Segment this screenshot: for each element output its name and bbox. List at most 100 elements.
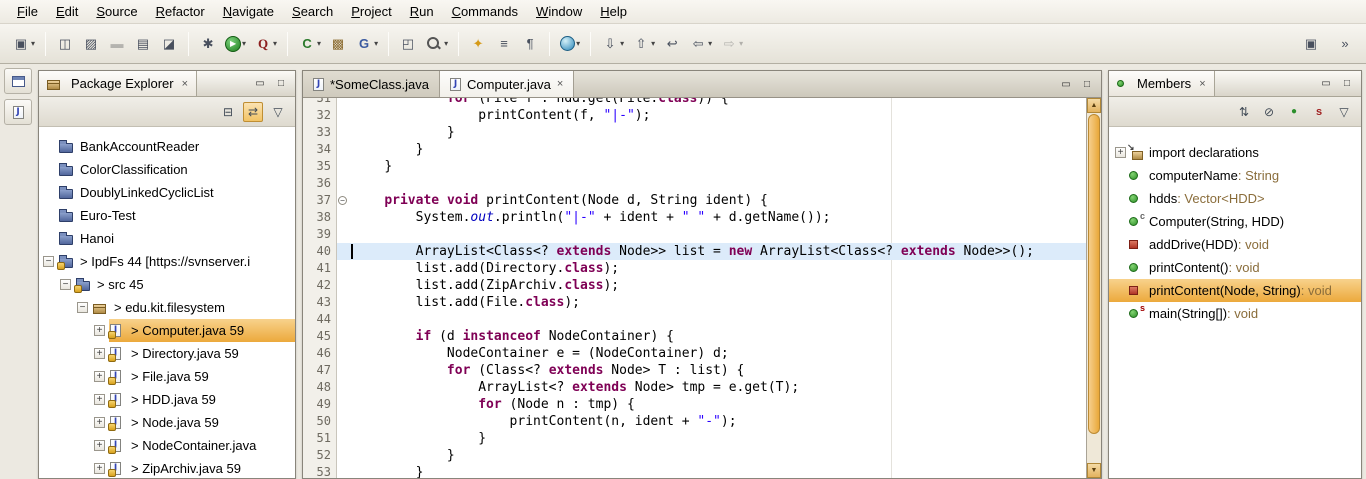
menu-search[interactable]: Search <box>283 1 342 22</box>
menu-edit[interactable]: Edit <box>47 1 87 22</box>
fold-collapse-icon[interactable]: − <box>338 196 347 205</box>
minimize-button[interactable]: ▭ <box>1317 76 1335 92</box>
print-button[interactable]: ▤ <box>130 30 156 58</box>
mark-occurrences-button[interactable]: ✦ <box>465 30 491 58</box>
minimize-button[interactable]: ▭ <box>251 76 269 92</box>
tree-item[interactable]: +> NodeContainer.java <box>39 434 295 457</box>
expand-icon[interactable]: + <box>94 463 105 474</box>
menu-source[interactable]: Source <box>87 1 146 22</box>
tree-item[interactable]: −> edu.kit.filesystem <box>39 296 295 319</box>
code-line[interactable]: 53 } <box>303 464 1086 478</box>
members-title-tab[interactable]: Members × <box>1109 71 1215 96</box>
collapse-icon[interactable]: − <box>77 302 88 313</box>
member-item[interactable]: +import declarations <box>1109 141 1361 164</box>
code-area[interactable]: 31 for (File f : hdd.get(File.class)) {3… <box>303 98 1086 478</box>
code-line[interactable]: 43 list.add(File.class); <box>303 294 1086 311</box>
code-line[interactable]: 33 } <box>303 124 1086 141</box>
close-icon[interactable]: × <box>1199 78 1205 90</box>
tree-item[interactable]: −> IpdFs 44 [https://svnserver.i <box>39 250 295 273</box>
collapse-icon[interactable]: − <box>60 279 71 290</box>
code-line[interactable]: 42 list.add(ZipArchiv.class); <box>303 277 1086 294</box>
close-icon[interactable]: × <box>557 78 563 90</box>
code-line[interactable]: 41 list.add(Directory.class); <box>303 260 1086 277</box>
code-line[interactable]: 45 if (d instanceof NodeContainer) { <box>303 328 1086 345</box>
tree-item[interactable]: DoublyLinkedCyclicList <box>39 181 295 204</box>
back-button[interactable]: ⇦▾ <box>685 30 716 58</box>
save-button[interactable]: ▬ <box>104 30 130 58</box>
code-line[interactable]: 47 for (Class<? extends Node> T : list) … <box>303 362 1086 379</box>
hide-static-button[interactable]: ⊘ <box>1259 102 1279 122</box>
generate-button[interactable]: G▾ <box>351 30 382 58</box>
sort-button[interactable]: ⇅ <box>1234 102 1254 122</box>
format-button[interactable]: ¶ <box>517 30 543 58</box>
code-line[interactable]: 46 NodeContainer e = (NodeContainer) d; <box>303 345 1086 362</box>
expand-icon[interactable]: + <box>1115 147 1126 158</box>
browser-button[interactable]: ▾ <box>556 30 584 58</box>
scrollbar-thumb[interactable] <box>1088 114 1100 434</box>
open-folder-button[interactable]: ▨ <box>78 30 104 58</box>
expand-icon[interactable]: + <box>94 417 105 428</box>
open-window-button[interactable]: ◫ <box>52 30 78 58</box>
expand-icon[interactable]: + <box>94 348 105 359</box>
search-button[interactable]: ▾ <box>421 30 452 58</box>
run-last-tool-button[interactable]: ✱ <box>195 30 221 58</box>
code-line[interactable]: 38 System.out.println("|-" + ident + " "… <box>303 209 1086 226</box>
jar-export-button[interactable]: ◰ <box>395 30 421 58</box>
package-explorer-title-tab[interactable]: Package Explorer × <box>39 71 197 96</box>
tree-item[interactable]: +> Directory.java 59 <box>39 342 295 365</box>
tree-item[interactable]: −> src 45 <box>39 273 295 296</box>
menu-window[interactable]: Window <box>527 1 591 22</box>
collapse-all-button[interactable]: ⊟ <box>218 102 238 122</box>
next-annotation-button[interactable]: ⇩▾ <box>597 30 628 58</box>
scroll-up-button[interactable]: ▲ <box>1087 98 1101 113</box>
member-item[interactable]: computerName : String <box>1109 164 1361 187</box>
expand-icon[interactable]: + <box>94 394 105 405</box>
code-line[interactable]: 35 } <box>303 158 1086 175</box>
member-item[interactable]: addDrive(HDD) : void <box>1109 233 1361 256</box>
editor-scrollbar[interactable]: ▲ ▼ <box>1086 98 1101 478</box>
code-line[interactable]: 51 } <box>303 430 1086 447</box>
new-package-button[interactable]: ▩ <box>325 30 351 58</box>
link-with-editor-button[interactable]: ⇄ <box>243 102 263 122</box>
close-icon[interactable]: × <box>182 78 188 90</box>
code-line[interactable]: 39 <box>303 226 1086 243</box>
tree-item[interactable]: +> HDD.java 59 <box>39 388 295 411</box>
menu-navigate[interactable]: Navigate <box>214 1 283 22</box>
code-line[interactable]: 52 } <box>303 447 1086 464</box>
tree-item[interactable]: +> ZipArchiv.java 59 <box>39 457 295 478</box>
tree-item[interactable]: +> Computer.java 59 <box>39 319 295 342</box>
code-line[interactable]: 49 for (Node n : tmp) { <box>303 396 1086 413</box>
toolbar-overflow-button[interactable]: » <box>1332 30 1358 58</box>
maximize-button[interactable]: □ <box>1338 76 1356 92</box>
member-item[interactable]: printContent() : void <box>1109 256 1361 279</box>
perspective-button[interactable]: ▣ <box>1298 30 1324 58</box>
last-edit-location-button[interactable]: ↩ <box>659 30 685 58</box>
new-class-button[interactable]: C▾ <box>294 30 325 58</box>
forward-button[interactable]: ⇨▾ <box>716 30 747 58</box>
menu-help[interactable]: Help <box>591 1 636 22</box>
view-menu-button[interactable]: ▽ <box>1334 102 1354 122</box>
tree-item[interactable]: Euro-Test <box>39 204 295 227</box>
tree-item[interactable]: +> File.java 59 <box>39 365 295 388</box>
previous-annotation-button[interactable]: ⇧▾ <box>628 30 659 58</box>
code-line[interactable]: 44 <box>303 311 1086 328</box>
compare-button[interactable]: ◪ <box>156 30 182 58</box>
maximize-button[interactable]: □ <box>272 76 290 92</box>
expand-icon[interactable]: + <box>94 325 105 336</box>
expand-icon[interactable]: + <box>94 440 105 451</box>
menu-commands[interactable]: Commands <box>443 1 527 22</box>
coverage-button[interactable]: Q▾ <box>250 30 281 58</box>
tree-item[interactable]: ColorClassification <box>39 158 295 181</box>
collapse-icon[interactable]: − <box>43 256 54 267</box>
code-line[interactable]: 34 } <box>303 141 1086 158</box>
tree-item[interactable]: +> Node.java 59 <box>39 411 295 434</box>
menu-file[interactable]: File <box>8 1 47 22</box>
member-item[interactable]: printContent(Node, String) : void <box>1109 279 1361 302</box>
show-whitespace-button[interactable]: ≡ <box>491 30 517 58</box>
run-button[interactable]: ▶▾ <box>221 30 250 58</box>
hide-fields-button[interactable]: ● <box>1284 102 1304 122</box>
hide-non-public-button[interactable]: s <box>1309 102 1329 122</box>
code-line[interactable]: 31 for (File f : hdd.get(File.class)) { <box>303 98 1086 107</box>
code-line[interactable]: 32 printContent(f, "|-"); <box>303 107 1086 124</box>
editor-tab[interactable]: *SomeClass.java <box>303 71 440 97</box>
